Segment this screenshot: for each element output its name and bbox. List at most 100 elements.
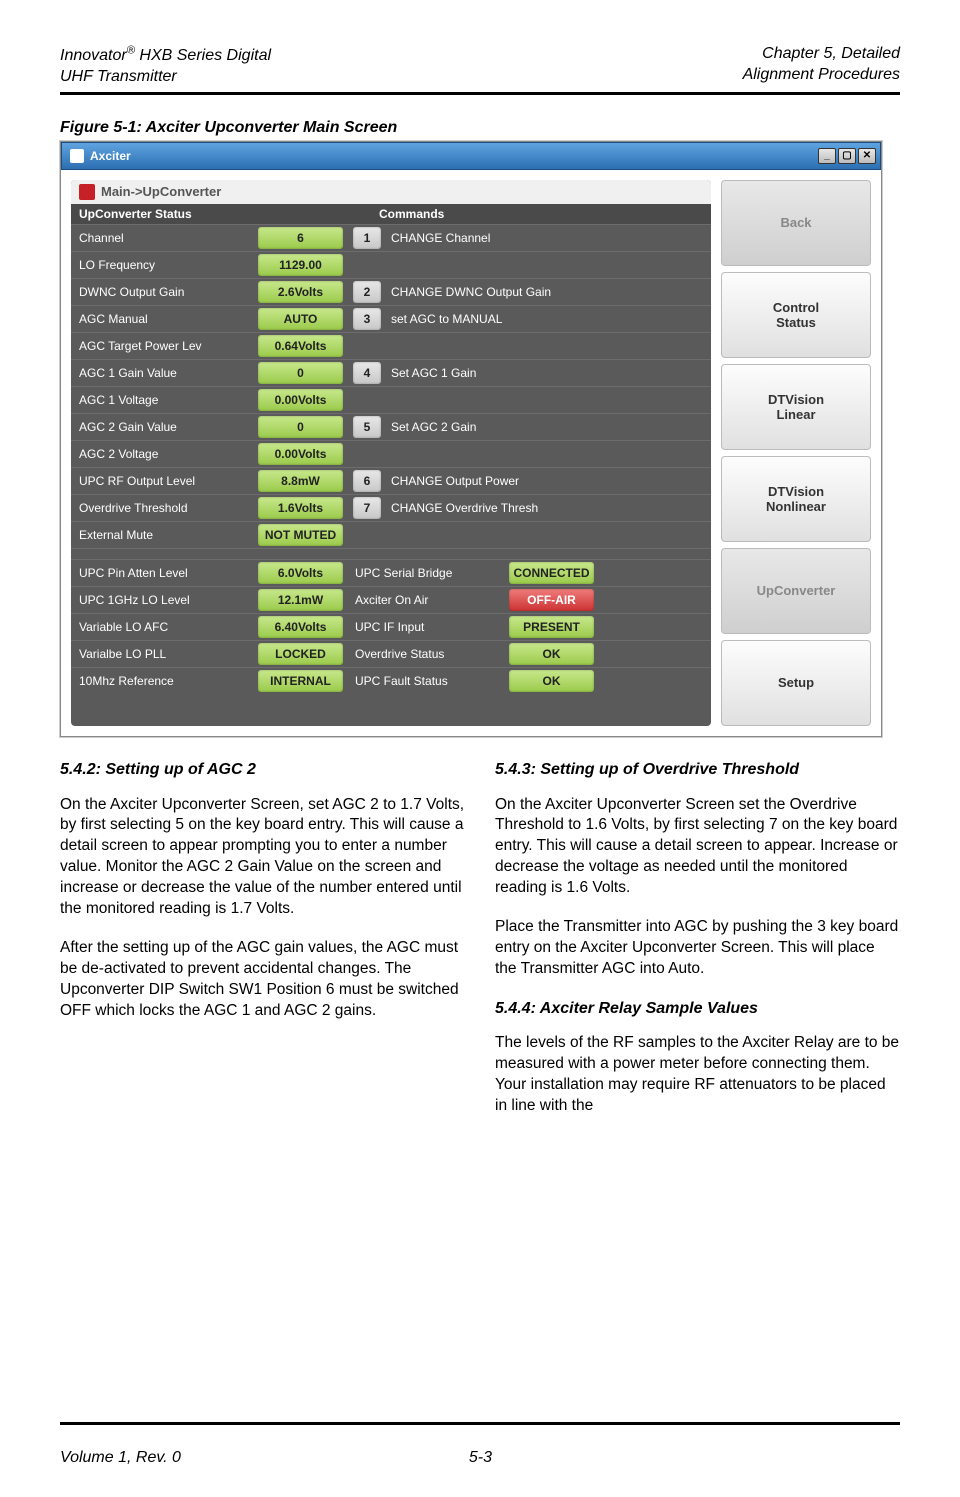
app-icon bbox=[79, 184, 95, 200]
status-rows-top: Channel61CHANGE ChannelLO Frequency1129.… bbox=[71, 224, 711, 548]
column-headers: UpConverter Status Commands bbox=[71, 204, 711, 224]
status-label: Channel bbox=[71, 231, 254, 245]
footer-page-number: 5-3 bbox=[469, 1449, 492, 1467]
side-tab[interactable]: UpConverter bbox=[721, 548, 871, 634]
column-left: 5.4.2: Setting up of AGC 2 On the Axcite… bbox=[60, 759, 465, 1418]
status-row: Variable LO AFC 6.40Volts UPC IF Input PRES… bbox=[71, 613, 711, 640]
command-label: CHANGE Overdrive Thresh bbox=[385, 501, 711, 515]
status-label: AGC 1 Voltage bbox=[71, 393, 254, 407]
status-label: Overdrive Status bbox=[347, 647, 505, 661]
status-value: CONNECTED bbox=[509, 562, 594, 584]
window-title: Axciter bbox=[90, 149, 131, 163]
row-separator bbox=[71, 548, 711, 559]
status-value: 2.6Volts bbox=[258, 281, 343, 303]
main-panel: Main->UpConverter UpConverter Status Com… bbox=[71, 180, 711, 726]
side-tab[interactable]: Setup bbox=[721, 640, 871, 726]
status-label: UPC Serial Bridge bbox=[347, 566, 505, 580]
status-value: PRESENT bbox=[509, 616, 594, 638]
status-row: AGC Manual AUTO 3 set AGC to MANUAL bbox=[71, 305, 711, 332]
footer-rule bbox=[60, 1422, 900, 1425]
status-label: Overdrive Threshold bbox=[71, 501, 254, 515]
status-row: 10Mhz Reference INTERNAL UPC Fault Status O… bbox=[71, 667, 711, 694]
status-value: 0 bbox=[258, 362, 343, 384]
command-label: Set AGC 2 Gain bbox=[385, 420, 711, 434]
side-tab[interactable]: Back bbox=[721, 180, 871, 266]
status-row: DWNC Output Gain2.6Volts2CHANGE DWNC Out… bbox=[71, 278, 711, 305]
minimize-icon[interactable]: _ bbox=[818, 148, 836, 164]
command-number-button[interactable]: 1 bbox=[353, 227, 381, 249]
command-label: CHANGE Output Power bbox=[385, 474, 711, 488]
window-icon bbox=[70, 149, 84, 163]
status-label: AGC 2 Gain Value bbox=[71, 420, 254, 434]
status-value: OK bbox=[509, 670, 594, 692]
status-value: 1129.00 bbox=[258, 254, 343, 276]
header-section: Alignment Procedures bbox=[743, 66, 900, 83]
page-header: Innovator® HXB Series Digital UHF Transm… bbox=[60, 44, 900, 88]
status-label: UPC RF Output Level bbox=[71, 474, 254, 488]
status-label: AGC Target Power Lev bbox=[71, 339, 254, 353]
status-label: UPC Pin Atten Level bbox=[71, 566, 254, 580]
maximize-icon[interactable]: ▢ bbox=[838, 148, 856, 164]
breadcrumb: Main->UpConverter bbox=[71, 180, 711, 204]
command-number-button[interactable]: 6 bbox=[353, 470, 381, 492]
header-right: Chapter 5, Detailed Alignment Procedures bbox=[743, 44, 900, 88]
status-value: 1.6Volts bbox=[258, 497, 343, 519]
side-tab[interactable]: DTVisionLinear bbox=[721, 364, 871, 450]
status-row: LO Frequency1129.00 bbox=[71, 251, 711, 278]
status-value: 6.0Volts bbox=[258, 562, 343, 584]
status-value: 6 bbox=[258, 227, 343, 249]
paragraph: The levels of the RF samples to the Axci… bbox=[495, 1033, 900, 1117]
paragraph: After the setting up of the AGC gain val… bbox=[60, 938, 465, 1022]
window-titlebar: Axciter _ ▢ ✕ bbox=[61, 142, 881, 170]
command-number-button[interactable]: 7 bbox=[353, 497, 381, 519]
status-label: Axciter On Air bbox=[347, 593, 505, 607]
header-subtitle: UHF Transmitter bbox=[60, 68, 177, 85]
heading-5-4-2: 5.4.2: Setting up of AGC 2 bbox=[60, 759, 465, 781]
heading-5-4-4: 5.4.4: Axciter Relay Sample Values bbox=[495, 998, 900, 1020]
status-row: AGC 2 Voltage0.00Volts bbox=[71, 440, 711, 467]
paragraph: On the Axciter Upconverter Screen set th… bbox=[495, 795, 900, 900]
footer-left: Volume 1, Rev. 0 bbox=[60, 1449, 181, 1467]
figure-caption: Figure 5-1: Axciter Upconverter Main Scr… bbox=[60, 119, 900, 137]
side-tab[interactable]: ControlStatus bbox=[721, 272, 871, 358]
col-header-status: UpConverter Status bbox=[79, 207, 379, 221]
heading-5-4-3: 5.4.3: Setting up of Overdrive Threshold bbox=[495, 759, 900, 781]
side-tabs: BackControlStatusDTVisionLinearDTVisionN… bbox=[721, 180, 871, 726]
side-tab[interactable]: DTVisionNonlinear bbox=[721, 456, 871, 542]
status-label: UPC Fault Status bbox=[347, 674, 505, 688]
paragraph: On the Axciter Upconverter Screen, set A… bbox=[60, 795, 465, 921]
command-number-button[interactable]: 2 bbox=[353, 281, 381, 303]
status-label: UPC 1GHz LO Level bbox=[71, 593, 254, 607]
close-icon[interactable]: ✕ bbox=[858, 148, 876, 164]
status-value: 6.40Volts bbox=[258, 616, 343, 638]
status-row: Channel61CHANGE Channel bbox=[71, 224, 711, 251]
header-product: Innovator® HXB Series Digital bbox=[60, 47, 271, 64]
status-label: 10Mhz Reference bbox=[71, 674, 254, 688]
status-value: 0.00Volts bbox=[258, 443, 343, 465]
status-value: AUTO bbox=[258, 308, 343, 330]
status-value: OK bbox=[509, 643, 594, 665]
command-number-button[interactable]: 3 bbox=[353, 308, 381, 330]
paragraph: Place the Transmitter into AGC by pushin… bbox=[495, 917, 900, 980]
status-value: 0.00Volts bbox=[258, 389, 343, 411]
status-label: AGC Manual bbox=[71, 312, 254, 326]
status-value: OFF-AIR bbox=[509, 589, 594, 611]
command-label: set AGC to MANUAL bbox=[385, 312, 711, 326]
header-left: Innovator® HXB Series Digital UHF Transm… bbox=[60, 44, 271, 88]
column-right: 5.4.3: Setting up of Overdrive Threshold… bbox=[495, 759, 900, 1418]
status-label: Variable LO AFC bbox=[71, 620, 254, 634]
window-buttons: _ ▢ ✕ bbox=[818, 148, 876, 164]
status-value: INTERNAL bbox=[258, 670, 343, 692]
status-row: External MuteNOT MUTED bbox=[71, 521, 711, 548]
status-row: Varialbe LO PLLLOCKEDOverdrive StatusOK bbox=[71, 640, 711, 667]
status-label: DWNC Output Gain bbox=[71, 285, 254, 299]
page-footer: Volume 1, Rev. 0 5-3 bbox=[60, 1449, 900, 1467]
status-row: AGC 1 Gain Value04Set AGC 1 Gain bbox=[71, 359, 711, 386]
screenshot-window: Axciter _ ▢ ✕ Main->UpConverter UpConver… bbox=[60, 141, 882, 737]
status-value: 0 bbox=[258, 416, 343, 438]
command-number-button[interactable]: 4 bbox=[353, 362, 381, 384]
status-rows-bottom: UPC Pin Atten Level 6.0Volts UPC Serial Br… bbox=[71, 559, 711, 694]
status-value: LOCKED bbox=[258, 643, 343, 665]
command-number-button[interactable]: 5 bbox=[353, 416, 381, 438]
status-label: UPC IF Input bbox=[347, 620, 505, 634]
